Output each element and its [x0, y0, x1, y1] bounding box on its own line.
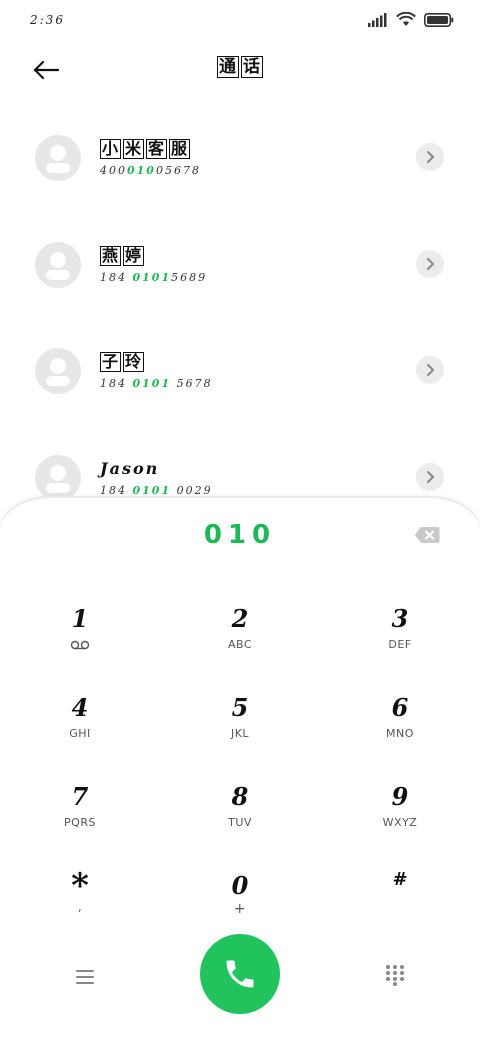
- number-suffix: 5678: [171, 377, 213, 390]
- number-match: 0101: [132, 271, 172, 284]
- title-char: 话: [241, 56, 263, 78]
- contact-detail-button[interactable]: [416, 356, 444, 384]
- number-prefix: 184: [100, 271, 133, 284]
- name-char: 婷: [123, 246, 145, 266]
- key-6[interactable]: 6 MNO: [320, 687, 480, 776]
- number-suffix: 5689: [171, 271, 208, 284]
- key-1[interactable]: 1: [0, 598, 160, 687]
- phone-icon: [226, 960, 254, 988]
- contact-number: 184 0101 0029: [100, 484, 213, 497]
- key-letters: PQRS: [64, 816, 96, 829]
- contact-number: 40001005678: [100, 164, 201, 177]
- contact-detail-button[interactable]: [416, 250, 444, 278]
- contact-number: 184 0101 5678: [100, 377, 213, 390]
- contact-name: 小米客服: [100, 139, 192, 159]
- name-char: 子: [100, 352, 122, 372]
- key-letters: TUV: [228, 816, 252, 829]
- key-letters: DEF: [388, 638, 412, 651]
- call-button[interactable]: [200, 934, 280, 1014]
- header: 通话: [0, 48, 480, 92]
- number-prefix: 400: [100, 164, 127, 177]
- contact-number: 184 01015689: [100, 271, 207, 284]
- key-letters: ABC: [227, 638, 253, 651]
- name-char: 米: [123, 139, 145, 159]
- key-2[interactable]: 2 ABC: [160, 598, 320, 687]
- name-char: 燕: [100, 246, 122, 266]
- voicemail-icon: [70, 640, 90, 650]
- keypad-toggle-button[interactable]: [380, 960, 410, 990]
- name-char: 小: [100, 139, 122, 159]
- key-digit: 8: [231, 782, 249, 811]
- contact-row[interactable]: 小米客服 40001005678: [0, 105, 480, 195]
- number-prefix: 184: [100, 377, 133, 390]
- key-digit: 6: [391, 693, 409, 722]
- backspace-button[interactable]: [414, 526, 440, 544]
- avatar: [35, 455, 81, 501]
- key-letters: ,: [78, 901, 82, 914]
- number-match: 010: [127, 164, 156, 177]
- key-5[interactable]: 5 JKL: [160, 687, 320, 776]
- status-icons: [368, 12, 454, 27]
- menu-button[interactable]: [70, 962, 100, 992]
- key-digit: 0: [231, 871, 249, 900]
- key-digit: #: [392, 869, 408, 890]
- key-8[interactable]: 8 TUV: [160, 776, 320, 865]
- key-digit: 2: [231, 604, 249, 633]
- signal-icon: [368, 12, 387, 27]
- key-letters: GHI: [69, 727, 91, 740]
- contact-name: Jason: [100, 459, 160, 478]
- key-letters: +: [233, 901, 247, 917]
- avatar: [35, 348, 81, 394]
- backspace-icon: [414, 527, 440, 543]
- name-char: 客: [146, 139, 168, 159]
- key-letters: JKL: [230, 727, 250, 740]
- menu-icon: [76, 970, 94, 984]
- dialer-panel: 010 1 2 ABC 3 DEF 4 GHI 5 JKL 6 MNO 7 PQ…: [0, 498, 480, 1040]
- contact-name: 燕婷: [100, 246, 146, 266]
- key-9[interactable]: 9 WXYZ: [320, 776, 480, 865]
- number-match: 0101: [132, 484, 172, 497]
- chevron-right-icon: [427, 258, 435, 270]
- key-digit: 5: [231, 693, 249, 722]
- chevron-right-icon: [427, 471, 435, 483]
- number-match: 0101: [132, 377, 172, 390]
- page-title: 通话: [0, 56, 480, 78]
- dialpad-icon: [386, 965, 404, 986]
- key-letters: MNO: [386, 727, 414, 740]
- avatar: [35, 242, 81, 288]
- contact-detail-button[interactable]: [416, 463, 444, 491]
- key-digit: 9: [391, 782, 409, 811]
- dialer-bottom-bar: [0, 932, 480, 1022]
- name-char: 服: [169, 139, 191, 159]
- key-digit: 1: [71, 604, 89, 633]
- status-time: 2:36: [30, 13, 65, 27]
- key-3[interactable]: 3 DEF: [320, 598, 480, 687]
- status-bar: 2:36: [0, 0, 480, 40]
- key-digit: 3: [391, 604, 409, 633]
- title-char: 通: [217, 56, 239, 78]
- key-4[interactable]: 4 GHI: [0, 687, 160, 776]
- avatar: [35, 135, 81, 181]
- dial-input[interactable]: 010: [0, 520, 480, 550]
- name-char: 玲: [123, 352, 145, 372]
- key-7[interactable]: 7 PQRS: [0, 776, 160, 865]
- contact-detail-button[interactable]: [416, 143, 444, 171]
- number-suffix: 05678: [155, 164, 201, 177]
- key-letters: WXYZ: [382, 816, 418, 829]
- contact-row[interactable]: 子玲 184 0101 5678: [0, 318, 480, 408]
- contact-row[interactable]: 燕婷 184 01015689: [0, 212, 480, 302]
- contact-name: 子玲: [100, 352, 146, 372]
- wifi-icon: [396, 12, 416, 26]
- chevron-right-icon: [427, 364, 435, 376]
- number-suffix: 0029: [171, 484, 213, 497]
- key-digit: 4: [71, 693, 89, 722]
- battery-icon: [424, 12, 454, 27]
- number-prefix: 184: [100, 484, 133, 497]
- chevron-right-icon: [427, 151, 435, 163]
- key-digit: *: [71, 866, 89, 906]
- key-digit: 7: [71, 782, 89, 811]
